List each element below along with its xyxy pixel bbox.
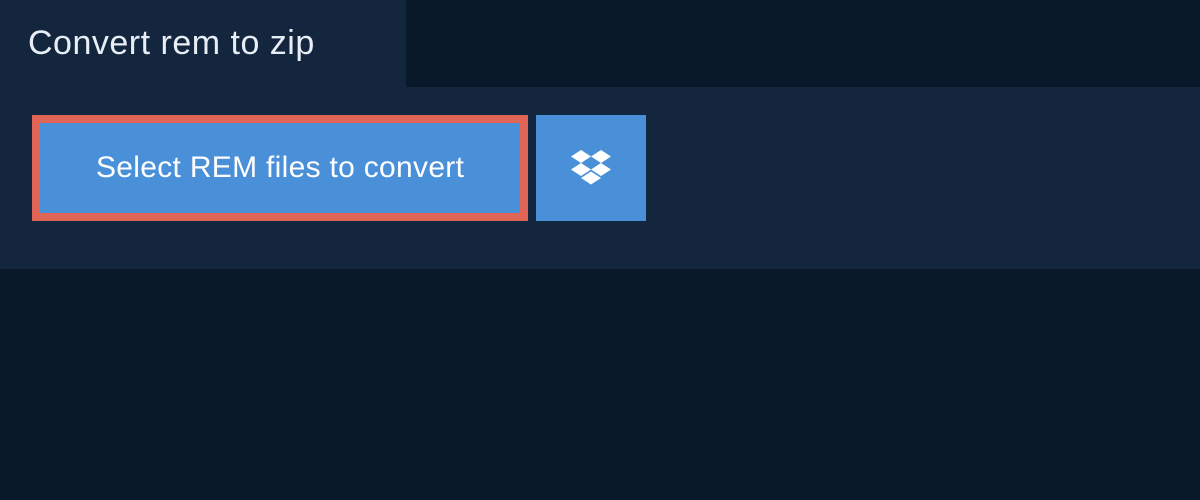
upload-panel: Select REM files to convert [0, 87, 1200, 269]
dropbox-icon [571, 150, 611, 186]
page-title: Convert rem to zip [28, 24, 366, 63]
button-row: Select REM files to convert [32, 115, 1168, 221]
select-files-highlight: Select REM files to convert [32, 115, 528, 221]
select-files-button[interactable]: Select REM files to convert [40, 123, 520, 213]
dropbox-button[interactable] [536, 115, 646, 221]
header-tab: Convert rem to zip [0, 0, 406, 87]
